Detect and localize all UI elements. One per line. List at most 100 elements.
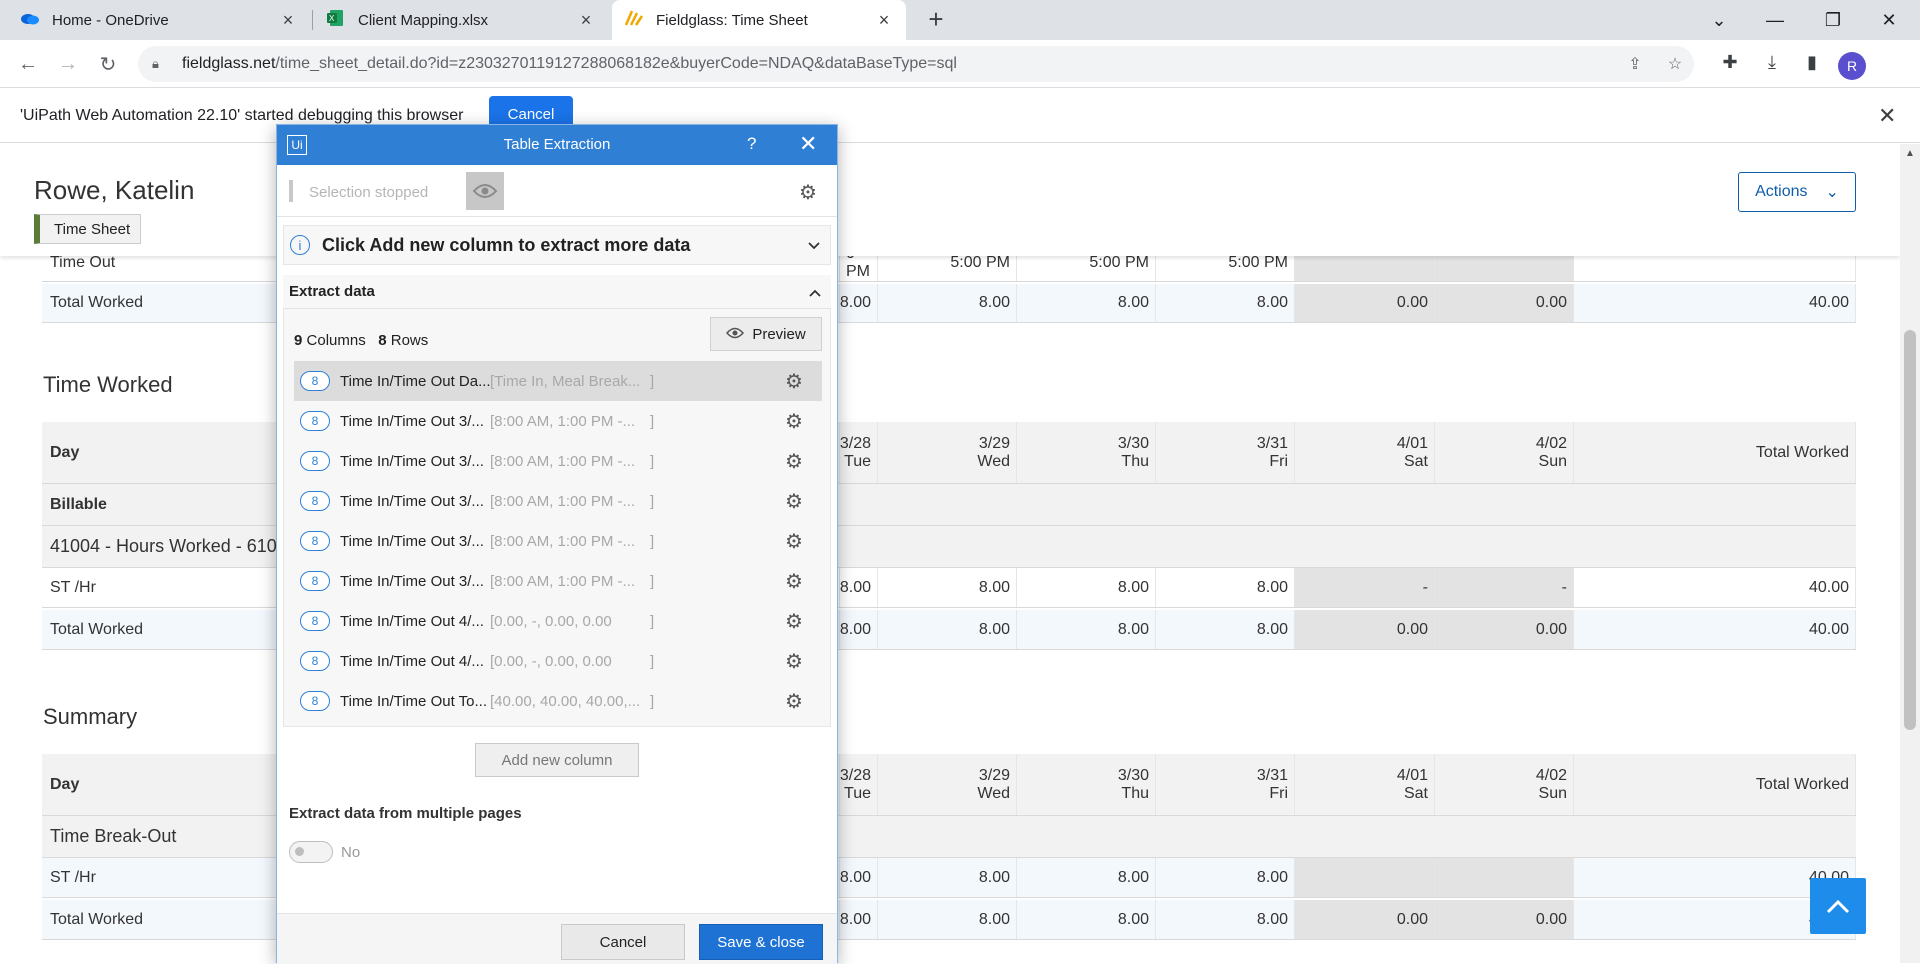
side-panel-icon[interactable]: ▮ [1800,52,1824,76]
gear-icon[interactable]: ⚙ [785,449,803,474]
gear-icon[interactable]: ⚙ [785,529,803,554]
column-row-counts: 9 Columns 8 Rows [294,332,429,349]
tab-onedrive[interactable]: Home - OneDrive × [8,0,310,40]
extract-column-row[interactable]: 8 Time In/Time Out To... [40.00, 40.00, … [294,681,822,721]
table-cell: 8.00 [840,610,878,649]
scrollbar-thumb[interactable] [1904,330,1916,730]
multi-page-toggle[interactable] [289,841,333,863]
new-tab-button[interactable]: + [922,6,950,32]
preview-bracket: ] [650,532,655,550]
column-name: Time In/Time Out Da... [340,372,490,390]
extract-column-row[interactable]: 8 Time In/Time Out 4/... [0.00, -, 0.00,… [294,601,822,641]
close-icon[interactable]: ✕ [799,131,817,157]
back-button[interactable]: ← [14,50,42,78]
profile-avatar[interactable]: R [1838,52,1866,80]
extensions-icon[interactable]: ✚ [1718,52,1742,76]
header-day-column: 3/31 Fri [1156,422,1295,483]
toggle-knob [295,847,304,856]
selection-toolbar: Selection stopped ⚙ [277,167,837,217]
tab-client-mapping[interactable]: X Client Mapping.xlsx × [314,0,608,40]
preview-bracket: ] [650,412,655,430]
chevron-up-icon[interactable] [809,284,821,300]
header-day-column: 3/29 Wed [878,754,1017,815]
table-cell: 8.00 [878,900,1017,939]
close-icon[interactable]: × [576,10,596,30]
tab-strip: Home - OneDrive × X Client Mapping.xlsx … [0,0,1920,40]
close-window-button[interactable]: ✕ [1866,0,1912,40]
table-cell: 8.00 [1156,284,1295,322]
table-cell: 8.00 [1156,900,1295,939]
multi-page-label: Extract data from multiple pages [289,805,522,822]
extract-column-row[interactable]: 8 Time In/Time Out 3/... [8:00 AM, 1:00 … [294,401,822,441]
bookmark-star-icon[interactable]: ☆ [1664,54,1686,74]
address-bar[interactable]: 🔒︎ fieldglass.net/time_sheet_detail.do?i… [138,46,1694,82]
column-preview: [0.00, -, 0.00, 0.00 [490,612,612,630]
close-icon[interactable]: × [874,10,894,30]
header-day-column: 4/01 Sat [1295,754,1435,815]
cancel-button[interactable]: Cancel [561,924,685,960]
column-name: Time In/Time Out 4/... [340,612,484,630]
scroll-to-top-button[interactable] [1810,878,1866,934]
fieldglass-icon [624,9,650,31]
info-message: Click Add new column to extract more dat… [322,234,691,255]
forward-button[interactable]: → [54,50,82,78]
close-icon[interactable]: × [278,10,298,30]
gear-icon[interactable]: ⚙ [785,649,803,674]
chevron-up-icon [1826,899,1850,914]
gear-icon[interactable]: ⚙ [785,489,803,514]
tab-search-icon[interactable]: ⌄ [1696,0,1742,40]
extract-column-row[interactable]: 8 Time In/Time Out 3/... [8:00 AM, 1:00 … [294,561,822,601]
share-icon[interactable]: ⇪ [1624,54,1646,74]
info-icon: i [290,235,310,255]
add-new-column-button[interactable]: Add new column [475,743,639,777]
infobar-message: 'UiPath Web Automation 22.10' started de… [20,107,464,124]
help-icon[interactable]: ? [747,134,756,154]
extract-column-row[interactable]: 8 Time In/Time Out 3/... [8:00 AM, 1:00 … [294,481,822,521]
table-cell: 8.00 [1017,568,1156,607]
column-preview: [Time In, Meal Break... [490,372,641,390]
restore-button[interactable]: ❐ [1810,0,1856,40]
row-count-badge: 8 [300,651,330,671]
preview-button[interactable]: Preview [710,317,822,351]
settings-gear-icon[interactable]: ⚙ [799,180,817,205]
column-name: Time In/Time Out To... [340,692,487,710]
minimize-button[interactable]: — [1752,0,1798,40]
reload-button[interactable]: ↻ [94,50,122,78]
extract-column-row[interactable]: 8 Time In/Time Out 4/... [0.00, -, 0.00,… [294,641,822,681]
extract-data-header[interactable]: Extract data [283,275,831,309]
extract-column-row[interactable]: 8 Time In/Time Out Da... [Time In, Meal … [294,361,822,401]
gear-icon[interactable]: ⚙ [785,689,803,714]
pause-icon[interactable] [289,180,301,202]
column-preview: [0.00, -, 0.00, 0.00 [490,652,612,670]
gear-icon[interactable]: ⚙ [785,609,803,634]
svg-text:X: X [329,14,335,23]
info-banner[interactable]: i Click Add new column to extract more d… [283,225,831,265]
preview-bracket: ] [650,612,655,630]
header-day-column: 3/28 Tue [840,422,878,483]
actions-button[interactable]: Actions ⌄ [1738,172,1856,212]
header-day-column: 3/28 Tue [840,754,878,815]
table-extraction-dialog: Ui Table Extraction ? ✕ Selection stoppe… [276,124,838,964]
column-name: Time In/Time Out 3/... [340,532,484,550]
column-preview: [8:00 AM, 1:00 PM -... [490,492,636,510]
extract-column-row[interactable]: 8 Time In/Time Out 3/... [8:00 AM, 1:00 … [294,441,822,481]
multi-page-value: No [341,844,361,861]
gear-icon[interactable]: ⚙ [785,569,803,594]
gear-icon[interactable]: ⚙ [785,369,803,394]
save-and-close-button[interactable]: Save & close [699,924,823,960]
column-preview: [8:00 AM, 1:00 PM -... [490,572,636,590]
eye-icon[interactable] [466,172,504,210]
section-title-summary: Summary [43,704,138,729]
chevron-down-icon[interactable] [808,237,820,253]
extract-column-row[interactable]: 8 Time In/Time Out 3/... [8:00 AM, 1:00 … [294,521,822,561]
extract-data-title: Extract data [289,283,375,300]
gear-icon[interactable]: ⚙ [785,409,803,434]
download-icon[interactable]: ⤓ [1760,52,1784,76]
close-icon[interactable]: ✕ [1878,103,1896,129]
actions-label: Actions [1755,183,1808,200]
preview-bracket: ] [650,692,655,710]
tab-fieldglass[interactable]: Fieldglass: Time Sheet × [612,0,906,40]
scroll-up-arrow-icon[interactable]: ▲ [1905,148,1915,159]
table-cell: 8.00 [878,858,1017,897]
table-cell [1435,858,1574,897]
